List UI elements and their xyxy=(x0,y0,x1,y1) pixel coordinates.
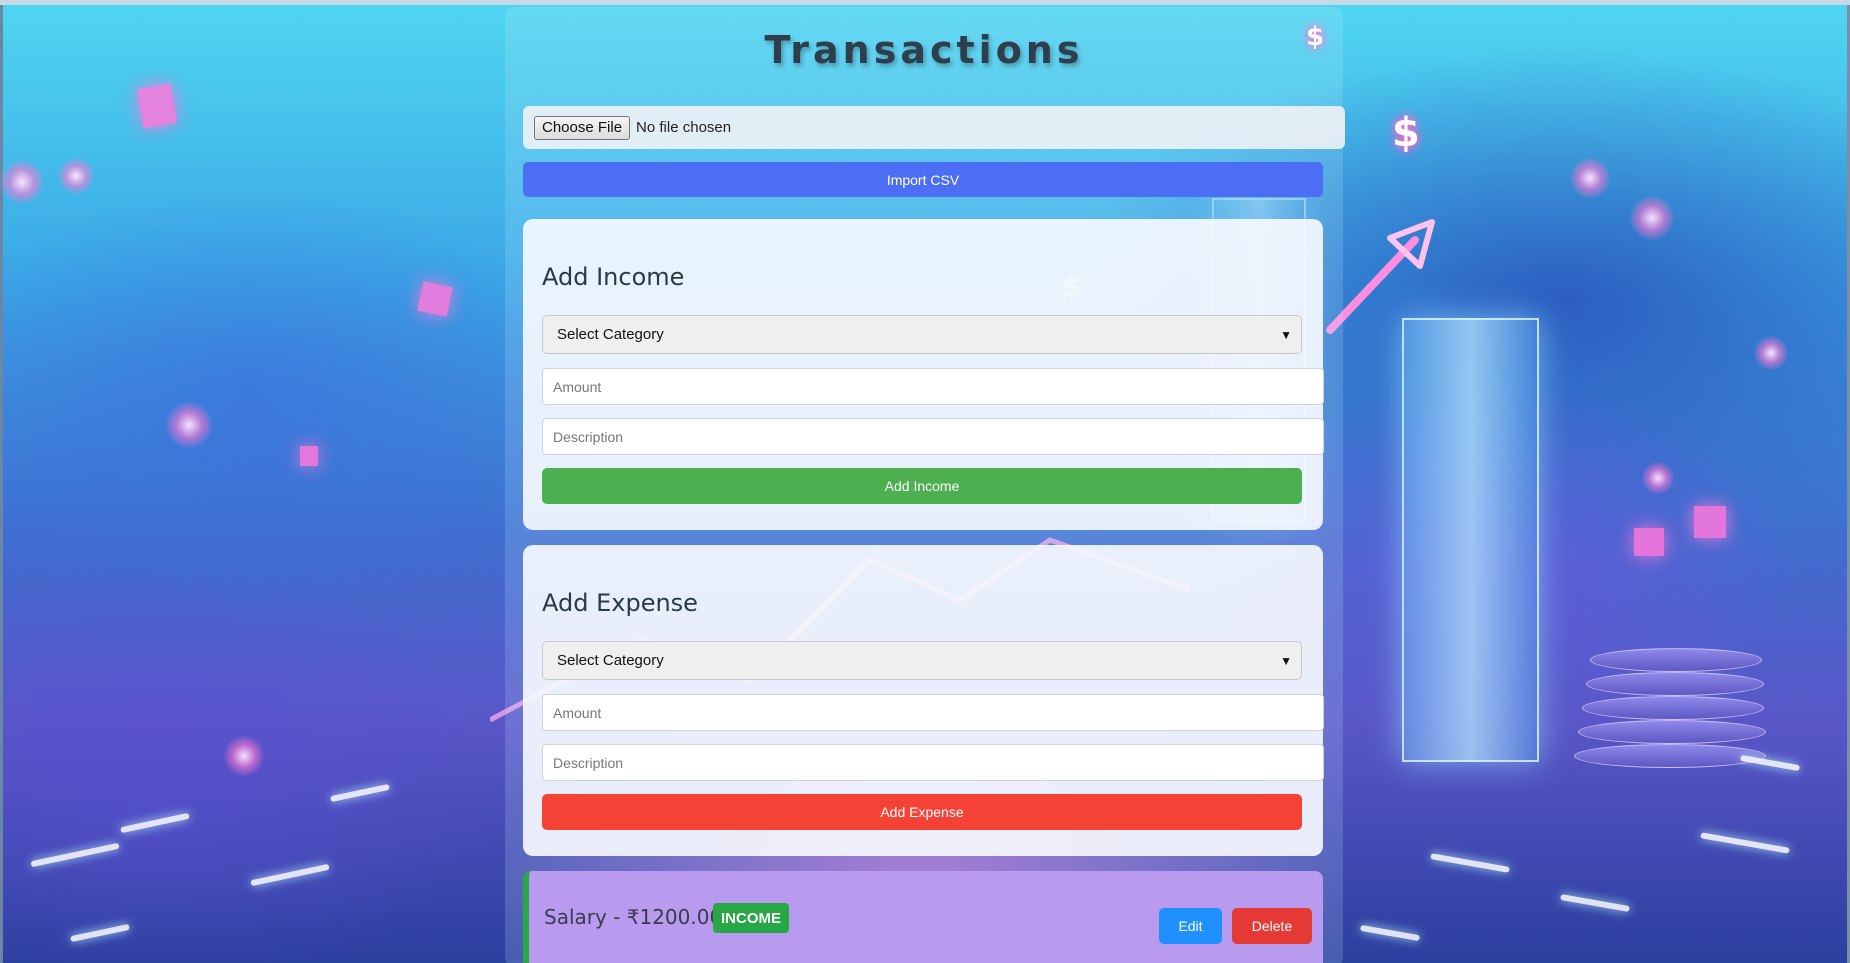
bg-square xyxy=(1634,528,1664,556)
expense-form-card: Add Expense Select Category ▼ Amount Des… xyxy=(523,545,1324,856)
income-form-card: Add Income Select Category ▼ Amount Desc… xyxy=(523,219,1324,530)
expense-amount-input[interactable]: Amount xyxy=(542,694,1324,731)
bg-coin xyxy=(1582,696,1764,720)
bg-coin xyxy=(1578,720,1766,744)
bg-glow xyxy=(58,158,94,194)
transaction-type-badge: INCOME xyxy=(713,903,789,933)
bg-glow xyxy=(1570,158,1610,198)
bg-square xyxy=(417,281,453,317)
bg-glow xyxy=(1642,462,1674,494)
bg-glow xyxy=(0,160,44,204)
bg-square xyxy=(1694,506,1726,538)
bg-square xyxy=(136,83,178,129)
add-expense-button[interactable]: Add Expense xyxy=(542,794,1302,830)
bg-light-streak xyxy=(120,812,190,834)
expense-form-heading: Add Expense xyxy=(542,589,698,617)
chevron-down-icon: ▼ xyxy=(1280,327,1292,342)
bg-coin xyxy=(1590,648,1762,672)
bg-square xyxy=(300,446,318,466)
income-category-select[interactable]: Select Category ▼ xyxy=(542,315,1302,354)
bg-glow xyxy=(1754,336,1788,370)
bg-coin xyxy=(1586,672,1764,696)
bg-light-streak xyxy=(1739,754,1801,772)
chevron-down-icon: ▼ xyxy=(1280,653,1292,668)
bg-light-streak xyxy=(1430,853,1510,873)
bg-light-streak xyxy=(330,783,390,803)
bg-light-streak xyxy=(30,842,120,868)
expense-category-select[interactable]: Select Category ▼ xyxy=(542,641,1302,680)
delete-transaction-button[interactable]: Delete xyxy=(1232,908,1312,944)
bg-glow xyxy=(224,736,264,776)
csv-file-input[interactable]: Choose File No file chosen xyxy=(523,106,1345,149)
bg-coin xyxy=(1574,744,1766,768)
transaction-list-item: Salary - ₹1200.00 INCOME Edit Delete xyxy=(523,871,1323,963)
add-income-button[interactable]: Add Income xyxy=(542,468,1302,504)
edit-transaction-button[interactable]: Edit xyxy=(1159,908,1222,944)
income-description-input[interactable]: Description xyxy=(542,418,1324,455)
bg-pillar-tall xyxy=(1402,318,1539,762)
income-form-heading: Add Income xyxy=(542,263,685,291)
bg-light-streak xyxy=(70,923,130,943)
expense-category-value: Select Category xyxy=(557,652,664,669)
page-title: Transactions xyxy=(764,28,1084,72)
expense-description-input[interactable]: Description xyxy=(542,744,1324,781)
file-status-text: No file chosen xyxy=(636,119,732,136)
window-left-edge xyxy=(0,5,3,963)
browser-top-strip xyxy=(0,0,1850,5)
expense-amount-placeholder: Amount xyxy=(553,704,602,721)
transaction-description: Salary - ₹1200.00 xyxy=(544,905,723,929)
income-category-value: Select Category xyxy=(557,326,664,343)
bg-light-streak xyxy=(1700,832,1790,854)
import-csv-button[interactable]: Import CSV xyxy=(523,162,1323,197)
income-description-placeholder: Description xyxy=(553,428,624,445)
bg-glow xyxy=(166,402,212,448)
choose-file-button[interactable]: Choose File xyxy=(534,115,631,140)
bg-glow xyxy=(1630,196,1674,240)
income-amount-placeholder: Amount xyxy=(553,378,602,395)
bg-light-streak xyxy=(1359,924,1421,942)
bg-dollar-sign: $ xyxy=(1392,110,1420,156)
income-amount-input[interactable]: Amount xyxy=(542,368,1324,405)
bg-light-streak xyxy=(250,863,330,887)
expense-description-placeholder: Description xyxy=(553,754,624,771)
bg-light-streak xyxy=(1560,893,1630,913)
